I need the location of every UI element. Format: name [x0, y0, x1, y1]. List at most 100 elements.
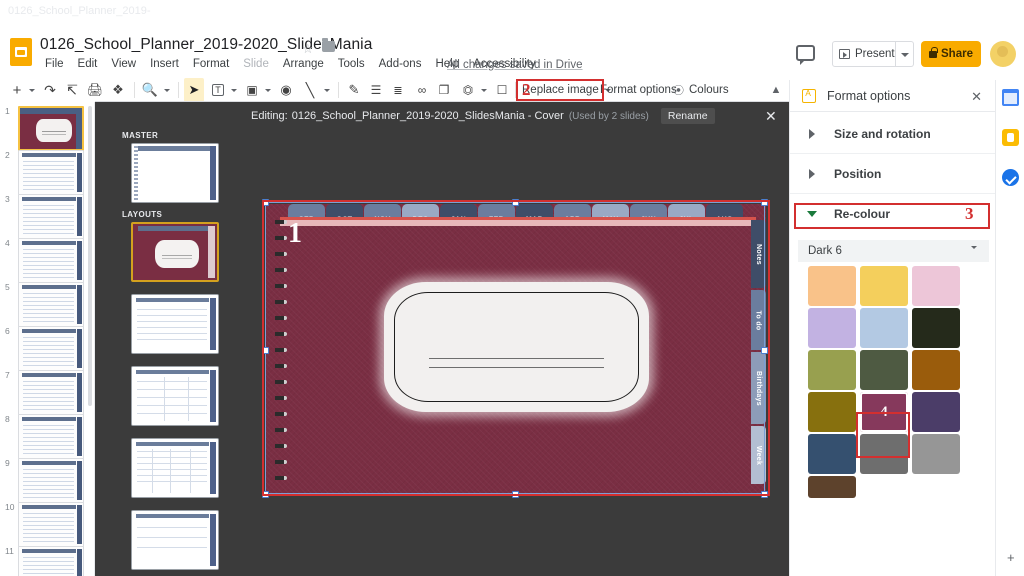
menu-insert[interactable]: Insert [143, 58, 186, 70]
move-to-folder-icon[interactable] [322, 38, 335, 52]
tasks-icon[interactable] [1002, 169, 1019, 186]
swatch-light-pink[interactable] [912, 266, 960, 306]
crop-caret[interactable] [479, 78, 489, 102]
slide-thumbnail[interactable] [18, 150, 84, 195]
menu-arrange[interactable]: Arrange [276, 58, 331, 70]
filmstrip-slide-11[interactable]: 11 [0, 544, 94, 576]
zoom-caret[interactable] [162, 78, 172, 102]
section-label: Position [834, 166, 882, 181]
text-box-button[interactable]: T [208, 78, 228, 102]
new-slide-button[interactable]: + [8, 78, 26, 102]
slide-thumbnail[interactable] [18, 282, 84, 327]
swatch-dark-purple[interactable] [912, 392, 960, 432]
star-icon[interactable]: ☆ [302, 41, 314, 57]
swatch-brown-orange[interactable] [912, 350, 960, 390]
master-thumbnail[interactable] [131, 143, 219, 203]
swatch-near-black-green[interactable] [912, 308, 960, 348]
print-button[interactable]: 🖨 [85, 78, 105, 102]
collapse-toolbar-button[interactable]: ▲ [766, 78, 786, 102]
undo-button[interactable]: ↷ [40, 78, 60, 102]
select-tool-button[interactable]: ➤ [184, 78, 204, 102]
align-button[interactable]: ☰ [366, 78, 386, 102]
redo-button[interactable]: ↸ [62, 78, 82, 102]
layout-thumbnail-cover[interactable] [131, 222, 219, 282]
slide-thumbnail[interactable] [18, 458, 84, 503]
pen-button[interactable]: ✎ [344, 78, 364, 102]
insert-image-caret[interactable] [263, 78, 273, 102]
mask-image-button[interactable]: ☐ [492, 78, 512, 102]
menu-slide[interactable]: Slide [236, 58, 276, 70]
recolour-swatch-grid[interactable]: 4 [808, 266, 968, 498]
section-size-and-rotation[interactable]: Size and rotation [790, 114, 996, 154]
slide-thumbnail[interactable] [18, 194, 84, 239]
present-dropdown-caret[interactable] [896, 41, 914, 67]
slide-thumbnail[interactable] [18, 502, 84, 547]
comment-icon[interactable] [796, 45, 815, 65]
avatar[interactable] [990, 41, 1016, 67]
add-addon-icon[interactable]: + [1007, 550, 1015, 565]
menu-tools[interactable]: Tools [331, 58, 372, 70]
close-master-editor-button[interactable]: ✕ [765, 108, 777, 125]
menu-view[interactable]: View [104, 58, 143, 70]
close-format-panel-button[interactable]: ✕ [971, 89, 982, 105]
master-layouts-panel[interactable]: MASTER LAYOUTS [95, 126, 245, 576]
slide-thumbnail[interactable] [18, 546, 84, 576]
slide-thumbnail[interactable] [18, 238, 84, 283]
slide-thumbnail[interactable] [18, 326, 84, 371]
swatch-dark-maroon[interactable]: 4 [860, 392, 908, 432]
save-status[interactable]: All changes saved in Drive [447, 59, 583, 71]
swatch-light-orange[interactable] [808, 266, 856, 306]
line-button[interactable]: ╲ [300, 78, 320, 102]
menu-add-ons[interactable]: Add-ons [372, 58, 429, 70]
zoom-button[interactable]: 🔍 [140, 78, 160, 102]
recolour-select[interactable]: Dark 6 [798, 240, 989, 266]
swatch-dark-green[interactable] [860, 350, 908, 390]
menu-format[interactable]: Format [186, 58, 236, 70]
rename-button[interactable]: Rename [660, 108, 715, 124]
format-options-toolbar-button[interactable]: Format options [600, 78, 677, 102]
slide-thumbnail[interactable] [18, 414, 84, 459]
swatch-dark-brown[interactable] [808, 476, 856, 498]
master-doc-tab[interactable]: 0126_School_Planner_2019- [8, 5, 151, 17]
swatch-olive-green[interactable] [808, 350, 856, 390]
add-comment-button[interactable]: ❐ [434, 78, 454, 102]
swatch-yellow[interactable] [860, 266, 908, 306]
colours-toolbar-button[interactable]: ⦿ Colours [673, 78, 729, 102]
side-tab-birthdays[interactable]: Birthdays [751, 352, 766, 424]
swatch-dark-blue[interactable] [808, 434, 856, 474]
layout-thumbnail-5[interactable] [131, 510, 219, 570]
present-button[interactable]: Present [832, 41, 896, 67]
crop-button[interactable]: ⏣ [458, 78, 478, 102]
side-tab-week[interactable]: Week [751, 426, 766, 484]
calendar-icon[interactable] [1002, 89, 1019, 106]
keep-icon[interactable] [1002, 129, 1019, 146]
slide-thumbnail[interactable] [18, 106, 84, 151]
swatch-mid-grey[interactable] [912, 434, 960, 474]
layout-thumbnail-4[interactable] [131, 438, 219, 498]
shape-button[interactable]: ◉ [276, 78, 296, 102]
slide-canvas[interactable]: SEP OCT NOV DEC JAN FEB MAR APR MAY JUN … [266, 204, 766, 494]
section-position[interactable]: Position [790, 154, 996, 194]
layout-thumbnail-2[interactable] [131, 294, 219, 354]
cover-plaque-shape[interactable] [384, 282, 649, 412]
menu-file[interactable]: File [38, 58, 71, 70]
swatch-dark-grey[interactable] [860, 434, 908, 474]
layout-thumbnail-3[interactable] [131, 366, 219, 426]
paint-format-button[interactable]: ❖ [108, 78, 128, 102]
replace-image-button[interactable]: Replace image [522, 78, 611, 102]
slide-filmstrip[interactable]: 1 2 3 4 5 6 7 8 9 10 11 [0, 102, 95, 576]
insert-image-button[interactable]: ▣ [242, 78, 262, 102]
swatch-dark-olive[interactable] [808, 392, 856, 432]
swatch-light-blue[interactable] [860, 308, 908, 348]
line-caret[interactable] [322, 78, 332, 102]
swatch-light-purple[interactable] [808, 308, 856, 348]
new-slide-caret[interactable] [27, 78, 37, 102]
side-tab-todo[interactable]: To do [751, 290, 766, 350]
line-spacing-button[interactable]: ≣ [388, 78, 408, 102]
link-button[interactable]: ∞ [412, 78, 432, 102]
menu-edit[interactable]: Edit [71, 58, 105, 70]
slide-thumbnail[interactable] [18, 370, 84, 415]
side-tab-notes[interactable]: Notes [751, 220, 766, 288]
share-button[interactable]: Share [921, 41, 981, 67]
text-box-caret[interactable] [229, 78, 239, 102]
